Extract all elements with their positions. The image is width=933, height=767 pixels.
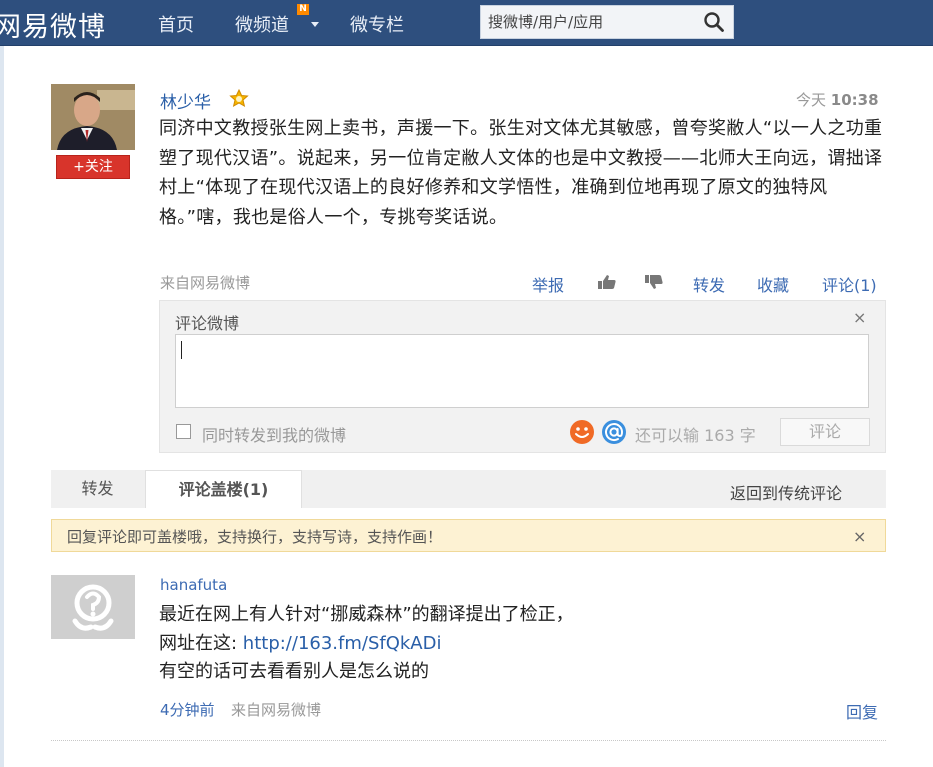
submit-comment-button[interactable]: 评论: [780, 418, 870, 446]
tab-building-comments[interactable]: 评论盖楼(1): [145, 470, 302, 508]
comment-source: 来自网易微博: [231, 701, 322, 719]
report-link[interactable]: 举报: [532, 272, 564, 296]
reply-link[interactable]: 回复: [846, 699, 878, 723]
post-text: 同济中文教授张生网上卖书，声援一下。张生对文体尤其敏感，曾夸奖敝人“以一人之功重…: [159, 118, 883, 228]
close-icon[interactable]: ×: [853, 308, 866, 327]
author-avatar[interactable]: [51, 84, 135, 150]
emoji-icon[interactable]: [569, 419, 595, 445]
commenter-name[interactable]: hanafuta: [160, 576, 227, 594]
close-icon[interactable]: ×: [853, 527, 866, 546]
comment-text-line: 网址在这: http://163.fm/SfQkADi: [159, 629, 441, 655]
search-icon[interactable]: [703, 11, 725, 33]
new-badge: N: [297, 4, 309, 15]
also-forward-checkbox[interactable]: [176, 424, 191, 439]
left-border: [0, 46, 4, 767]
comment-time[interactable]: 4分钟前: [160, 699, 215, 720]
comment-box-title: 评论微博: [175, 314, 240, 333]
back-to-classic-link[interactable]: 返回到传统评论: [730, 480, 842, 504]
search-box: [480, 5, 734, 39]
remaining-chars: 还可以输 163 字: [635, 426, 756, 445]
post-source: 来自网易微博: [160, 274, 251, 292]
follow-button[interactable]: +关注: [56, 155, 130, 179]
tab-forward[interactable]: 转发: [51, 470, 144, 508]
also-forward-label[interactable]: 同时转发到我的微博: [202, 422, 346, 446]
comment-text-line: 有空的话可去看看别人是怎么说的: [159, 661, 429, 682]
post-time: 今天 10:38: [796, 89, 879, 110]
post-time-label: 今天: [796, 91, 827, 109]
top-nav-bar: 网易微博 首页 微频道 N 微专栏: [0, 0, 933, 46]
comment-text-line: 最近在网上有人针对“挪威森林”的翻译提出了检正，: [159, 604, 574, 625]
mention-icon[interactable]: [601, 419, 627, 445]
nav-micro-channel[interactable]: 微频道: [235, 11, 289, 37]
chevron-down-icon[interactable]: [311, 22, 319, 27]
favorite-link[interactable]: 收藏: [757, 272, 789, 296]
author-name[interactable]: 林少华: [160, 88, 211, 113]
search-input[interactable]: [481, 6, 701, 38]
nav-home[interactable]: 首页: [158, 11, 194, 37]
comment-link[interactable]: 评论(1): [822, 272, 877, 296]
nav-micro-column[interactable]: 微专栏: [350, 11, 404, 37]
text-cursor: [181, 341, 182, 359]
thumbs-up-icon[interactable]: [597, 274, 617, 290]
site-logo[interactable]: 网易微博: [0, 5, 106, 44]
forward-link[interactable]: 转发: [693, 272, 725, 296]
commenter-avatar[interactable]: [51, 575, 135, 639]
default-avatar-icon: [51, 575, 135, 639]
comment-url-link[interactable]: http://163.fm/SfQkADi: [243, 633, 442, 654]
comment-text-prefix: 网址在这:: [159, 633, 243, 654]
notice-text: 回复评论即可盖楼哦，支持换行，支持写诗，支持作画！: [67, 528, 443, 546]
divider: [51, 740, 886, 741]
comment-textarea[interactable]: [175, 334, 869, 408]
thumbs-down-icon[interactable]: [644, 274, 664, 290]
post-time-value: 10:38: [830, 91, 879, 109]
author-photo: [51, 84, 135, 150]
verified-badge-icon: [229, 89, 249, 107]
